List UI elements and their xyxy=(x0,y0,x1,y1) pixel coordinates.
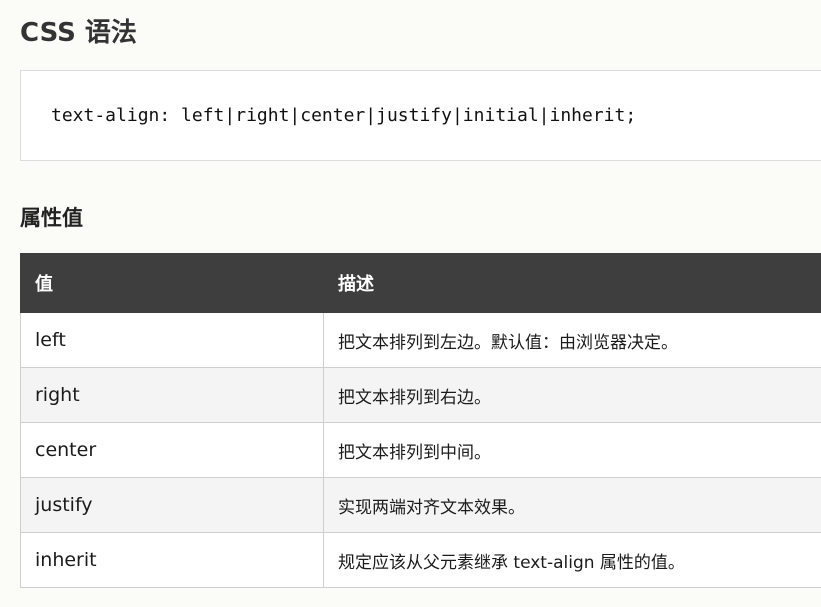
table-row: inherit 规定应该从父元素继承 text-align 属性的值。 xyxy=(20,532,821,588)
value-cell: left xyxy=(20,312,324,368)
description-cell: 把文本排列到右边。 xyxy=(323,367,821,423)
value-cell: justify xyxy=(20,477,324,533)
value-cell: right xyxy=(20,367,324,423)
description-cell: 实现两端对齐文本效果。 xyxy=(323,477,821,533)
value-cell: center xyxy=(20,422,324,478)
table-header-row: 值 描述 xyxy=(20,253,821,313)
table-row: justify 实现两端对齐文本效果。 xyxy=(20,477,821,533)
description-cell: 把文本排列到左边。默认值：由浏览器决定。 xyxy=(323,312,821,368)
property-values-heading: 属性值 xyxy=(20,206,83,230)
description-cell: 规定应该从父元素继承 text-align 属性的值。 xyxy=(323,532,821,588)
description-cell: 把文本排列到中间。 xyxy=(323,422,821,478)
table-row: left 把文本排列到左边。默认值：由浏览器决定。 xyxy=(20,312,821,368)
value-cell: inherit xyxy=(20,532,324,588)
header-description: 描述 xyxy=(323,253,821,313)
header-value: 值 xyxy=(20,253,324,313)
table-row: center 把文本排列到中间。 xyxy=(20,422,821,478)
table-row: right 把文本排列到右边。 xyxy=(20,367,821,423)
syntax-code-block: text-align: left|right|center|justify|in… xyxy=(20,70,821,161)
property-values-table-wrapper: 值 描述 left 把文本排列到左边。默认值：由浏览器决定。 right 把文本… xyxy=(20,253,821,588)
page: CSS 语法 text-align: left|right|center|jus… xyxy=(0,0,821,607)
syntax-code-text: text-align: left|right|center|justify|in… xyxy=(51,105,637,126)
css-syntax-heading: CSS 语法 xyxy=(20,18,137,48)
property-values-table: 值 描述 left 把文本排列到左边。默认值：由浏览器决定。 right 把文本… xyxy=(20,253,821,588)
